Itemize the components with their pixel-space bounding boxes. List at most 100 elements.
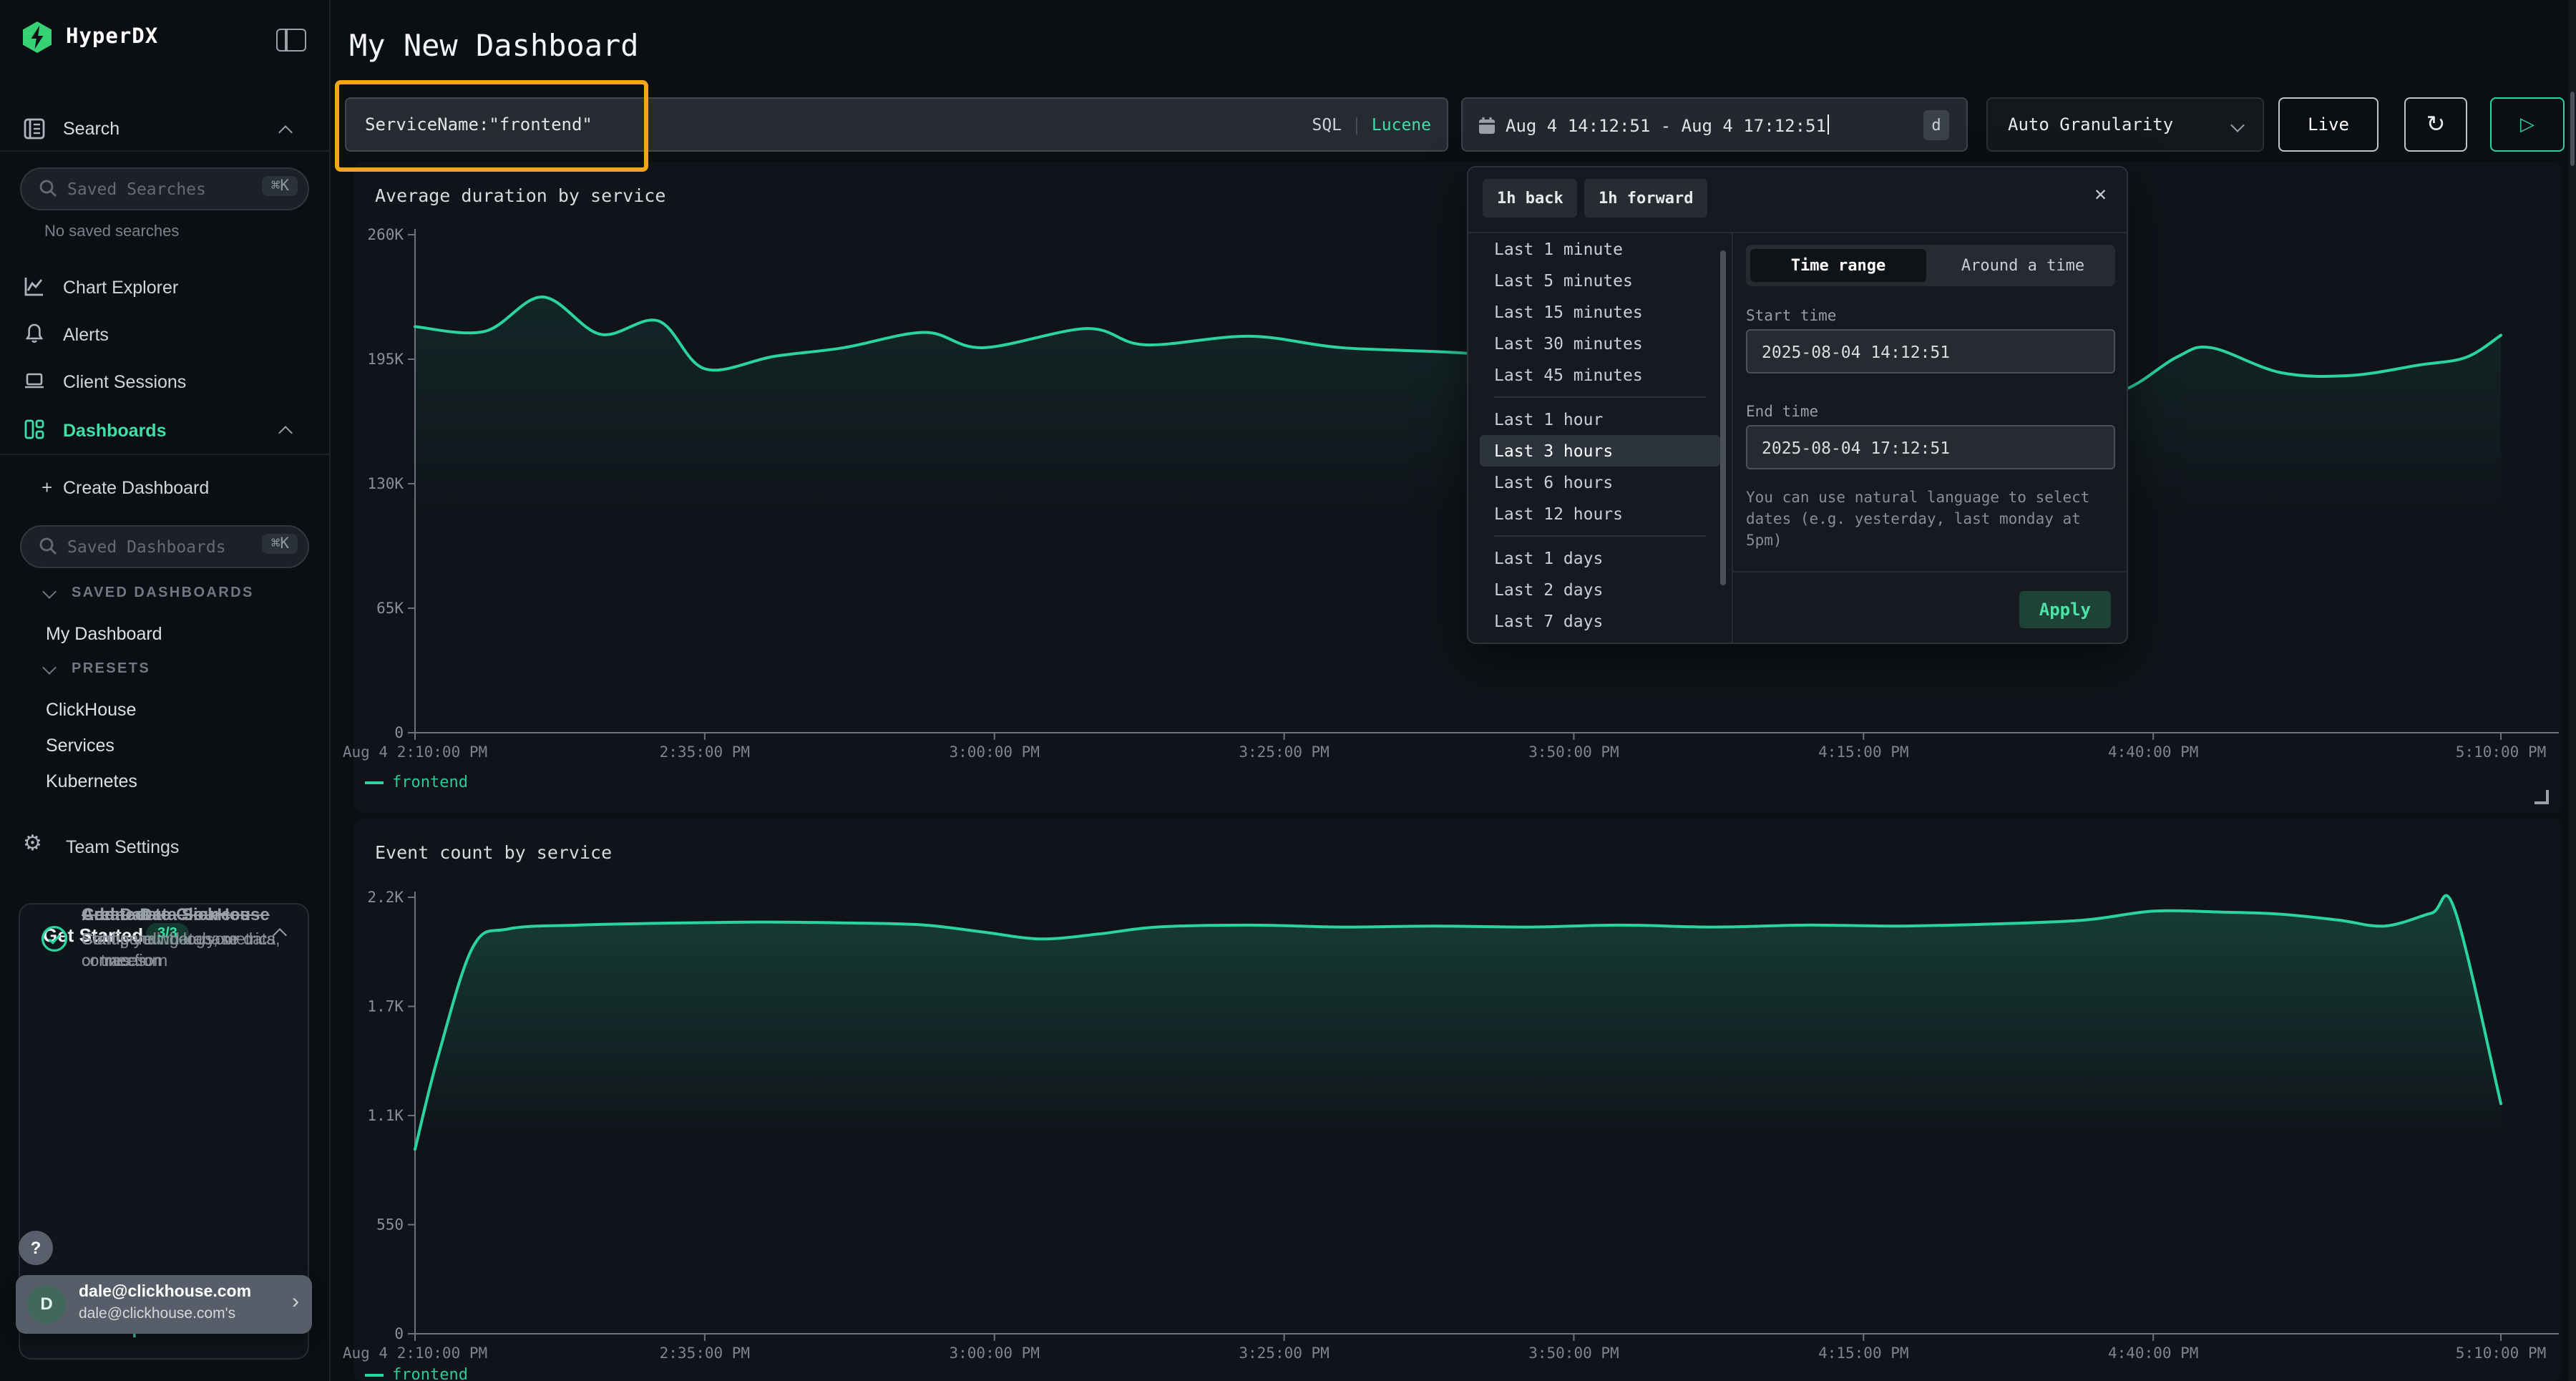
user-menu[interactable]: D dale@clickhouse.com dale@clickhouse.co… (16, 1275, 312, 1334)
time-range-option[interactable]: Last 3 hours (1480, 435, 1720, 467)
granularity-value: Auto Granularity (2008, 114, 2173, 135)
scrollbar-thumb[interactable] (1720, 250, 1726, 585)
chart-legend[interactable]: frontend (365, 1365, 468, 1381)
user-email: dale@clickhouse.com (79, 1284, 251, 1301)
shift-back-button[interactable]: 1h back (1483, 179, 1578, 218)
sidebar-item-label: Alerts (63, 325, 109, 345)
search-icon (39, 179, 57, 197)
close-icon[interactable]: ✕ (2094, 183, 2107, 206)
logo-row: HyperDX (0, 0, 329, 74)
end-time-field[interactable] (1746, 425, 2115, 469)
time-range-option[interactable]: Last 1 hour (1480, 404, 1720, 435)
sidebar-item-client-sessions[interactable]: Client Sessions (0, 366, 329, 404)
time-range-option[interactable]: Last 7 days (1480, 605, 1720, 637)
time-range-option[interactable]: Last 45 minutes (1480, 359, 1720, 391)
chart-explorer-icon (23, 275, 46, 298)
live-button[interactable]: Live (2278, 97, 2379, 152)
page-scrollbar[interactable] (2569, 0, 2576, 1381)
page-scrollbar-thumb[interactable] (2570, 92, 2575, 166)
saved-searches-input[interactable]: Saved Searches ⌘K (20, 167, 309, 210)
chevron-up-icon (278, 125, 293, 140)
time-picker-tabs: Time range Around a time (1746, 245, 2115, 286)
svg-text:5:10:00 PM: 5:10:00 PM (2456, 1345, 2546, 1362)
svg-text:3:00:00 PM: 3:00:00 PM (950, 1345, 1040, 1362)
duration-badge: d (1923, 110, 1949, 140)
no-saved-searches-text: No saved searches (44, 223, 179, 240)
svg-text:2:35:00 PM: 2:35:00 PM (660, 1345, 750, 1362)
sidebar-item-label: Client Sessions (63, 372, 186, 392)
time-range-option[interactable]: Last 30 minutes (1480, 328, 1720, 359)
svg-text:130K: 130K (367, 475, 404, 492)
sidebar-collapse-icon[interactable] (276, 29, 306, 52)
help-button[interactable]: ? (19, 1231, 53, 1265)
granularity-select[interactable]: Auto Granularity (1986, 97, 2264, 152)
time-range-option[interactable]: Last 2 days (1480, 574, 1720, 605)
line-chart[interactable]: 05501.1K1.7K2.2KAug 4 2:10:00 PM2:35:00 … (353, 819, 2562, 1381)
sidebar-item-chart-explorer[interactable]: Chart Explorer (0, 272, 329, 309)
time-range-option[interactable]: Last 5 minutes (1480, 265, 1720, 296)
gear-icon: ⚙ (23, 833, 46, 856)
divider (0, 454, 329, 455)
svg-text:Aug 4 2:10:00 PM: Aug 4 2:10:00 PM (343, 743, 487, 761)
team-settings-label: Team Settings (66, 837, 179, 857)
time-range-option[interactable]: Last 14 days (1480, 637, 1720, 644)
legend-line-swatch (365, 781, 384, 784)
presets-list: ClickHouseServicesKubernetes (46, 691, 137, 799)
query-value: ServiceName:"frontend" (365, 114, 592, 135)
sidebar-item-dashboards[interactable]: Dashboards (0, 415, 329, 452)
chart-legend[interactable]: frontend (365, 773, 468, 791)
svg-text:3:50:00 PM: 3:50:00 PM (1528, 1345, 1619, 1362)
shift-forward-button[interactable]: 1h forward (1584, 179, 1707, 218)
checklist-item[interactable]: Add Data Start sending logs, metrics, or… (40, 904, 295, 974)
legend-label: frontend (392, 1365, 468, 1381)
create-dashboard-button[interactable]: + Create Dashboard (0, 472, 329, 509)
preset-link[interactable]: Services (46, 727, 137, 763)
sidebar-item-team-settings[interactable]: ⚙ Team Settings (0, 831, 329, 869)
group-saved-dashboards[interactable]: SAVED DASHBOARDS (44, 585, 254, 601)
check-circle-icon (40, 925, 69, 954)
time-range-option[interactable]: Last 15 minutes (1480, 296, 1720, 328)
time-range-input[interactable]: Aug 4 14:12:51 - Aug 4 17:12:51 d (1461, 97, 1968, 152)
query-search-input[interactable]: ServiceName:"frontend" SQL | Lucene (345, 97, 1448, 152)
tab-around-a-time[interactable]: Around a time (1935, 249, 2111, 282)
time-range-option[interactable]: Last 6 hours (1480, 467, 1720, 498)
divider (1494, 396, 1706, 398)
time-range-option[interactable]: Last 1 minute (1480, 233, 1720, 265)
svg-text:5:10:00 PM: 5:10:00 PM (2456, 743, 2546, 761)
panel-resize-handle[interactable] (2534, 790, 2549, 804)
mode-separator: | (1352, 114, 1362, 135)
shortcut-badge: ⌘K (263, 534, 298, 554)
time-range-option[interactable]: Last 1 days (1480, 542, 1720, 574)
line-chart[interactable]: 065K130K195K260KAug 4 2:10:00 PM2:35:00 … (353, 162, 2562, 813)
sql-mode-button[interactable]: SQL (1312, 114, 1342, 135)
saved-dashboards-input[interactable]: Saved Dashboards ⌘K (20, 525, 309, 568)
lucene-mode-button[interactable]: Lucene (1372, 114, 1431, 135)
time-range-option[interactable]: Last 12 hours (1480, 498, 1720, 530)
svg-text:65K: 65K (376, 600, 404, 617)
page-title: My New Dashboard (349, 29, 639, 63)
tab-time-range[interactable]: Time range (1750, 249, 1926, 282)
preset-link[interactable]: Kubernetes (46, 763, 137, 799)
run-button[interactable]: ▷ (2490, 97, 2565, 152)
svg-text:Aug 4 2:10:00 PM: Aug 4 2:10:00 PM (343, 1345, 487, 1362)
refresh-button[interactable]: ↻ (2404, 97, 2467, 152)
svg-text:550: 550 (376, 1216, 404, 1234)
group-presets[interactable]: PRESETS (44, 661, 150, 677)
checklist-item-desc: Start sending logs, metrics, or traces (82, 929, 285, 974)
apply-button[interactable]: Apply (2019, 591, 2111, 628)
saved-dashboard-link[interactable]: My Dashboard (46, 615, 162, 651)
saved-dashboards-placeholder: Saved Dashboards (67, 537, 226, 557)
preset-link[interactable]: ClickHouse (46, 691, 137, 727)
svg-text:0: 0 (394, 1325, 404, 1342)
sidebar-section-search-label: Search (63, 119, 119, 139)
natural-language-hint: You can use natural language to select d… (1746, 488, 2121, 552)
checklist-item-title: Add Data (82, 904, 285, 927)
sidebar-item-label: Dashboards (63, 421, 167, 441)
laptop-icon (23, 369, 46, 392)
chart-panel-avg-duration: Average duration by service 065K130K195K… (353, 162, 2562, 813)
start-time-field[interactable] (1746, 329, 2115, 374)
sidebar-item-alerts[interactable]: Alerts (0, 319, 329, 356)
sidebar: HyperDX Search Saved Searches ⌘K No save… (0, 0, 331, 1381)
chevron-right-icon: › (292, 1289, 299, 1314)
svg-text:3:25:00 PM: 3:25:00 PM (1239, 1345, 1329, 1362)
